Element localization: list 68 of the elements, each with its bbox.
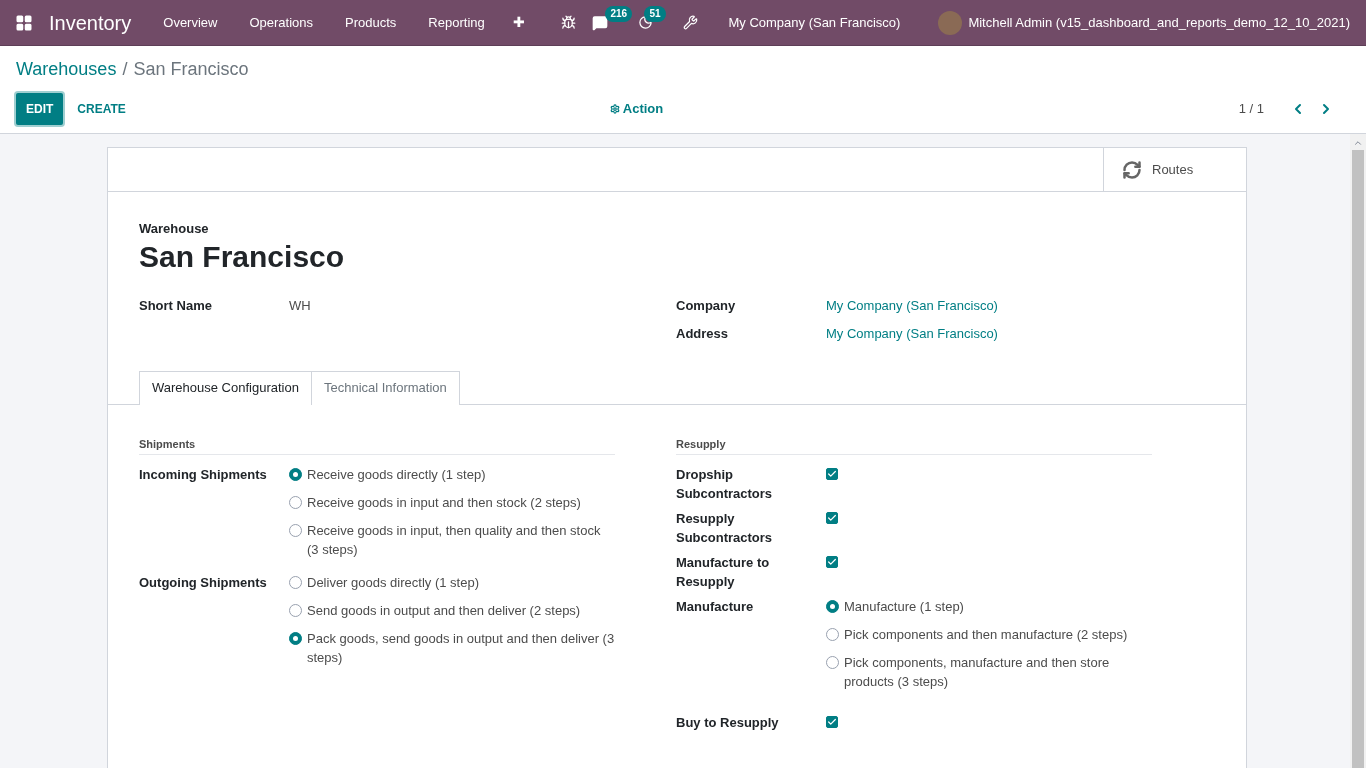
radio-button[interactable] (826, 600, 839, 613)
field-label: Resupply Subcontractors (676, 510, 774, 547)
menu-item[interactable]: Products (329, 0, 413, 45)
checkbox[interactable] (826, 512, 838, 524)
radio-button[interactable] (289, 496, 302, 509)
company-switcher[interactable]: My Company (San Francisco) (714, 12, 915, 33)
section-title: Resupply (676, 435, 1152, 455)
edit-button[interactable]: EDIT (16, 93, 64, 125)
activities-icon[interactable] (638, 15, 654, 30)
field-label: Dropship Subcontractors (676, 466, 774, 503)
radio-label: Manufacture (1 step) (844, 598, 964, 616)
radio-label: Receive goods in input and then stock (2 steps) (307, 494, 581, 512)
form-tab[interactable]: Technical Information (311, 370, 460, 405)
radio-button[interactable] (289, 632, 302, 645)
checkbox[interactable] (826, 556, 838, 568)
breadcrumb-link[interactable]: Warehouses (16, 56, 117, 83)
breadcrumb-separator: / (122, 58, 128, 81)
checkbox[interactable] (826, 716, 838, 728)
scrollbar[interactable] (1350, 134, 1366, 768)
debug-icon[interactable] (561, 15, 577, 30)
radio-label: Deliver goods directly (1 step) (307, 574, 479, 592)
messages-icon[interactable] (592, 14, 609, 31)
field-label: Short Name (139, 296, 213, 315)
field-link[interactable]: My Company (San Francisco) (826, 324, 998, 344)
field-value: WH (289, 296, 311, 315)
routes-button[interactable]: Routes (1103, 148, 1246, 191)
radio-label: Send goods in output and then deliver (2 steps) (307, 602, 581, 620)
field-link[interactable]: My Company (San Francisco) (826, 295, 998, 315)
menu-item[interactable]: Overview (147, 0, 234, 45)
app-name[interactable]: Inventory (49, 7, 132, 38)
record-title: San Francisco (139, 238, 346, 275)
radio-label: Pack goods, send goods in output and then deliver (3 steps) (307, 630, 615, 667)
radio-label: Receive goods in input, then quality and then stock (3 steps) (307, 522, 602, 559)
radio-button[interactable] (289, 604, 302, 617)
refresh-icon (1122, 159, 1142, 180)
pager-value: 1 / 1 (1238, 100, 1264, 119)
user-avatar (938, 10, 963, 35)
checkbox[interactable] (826, 468, 838, 480)
apps-menu-icon[interactable] (15, 13, 33, 32)
user-menu[interactable]: Mitchell Admin (v15_dashboard_and_reports_demo_12_10_2021) (968, 12, 1350, 33)
title-label: Warehouse (139, 220, 210, 238)
radio-label: Pick components, manufacture and then store products (3 steps) (844, 654, 1111, 691)
field-label: Manufacture to Resupply (676, 554, 771, 591)
radio-label: Pick components and then manufacture (2 steps) (844, 626, 1128, 644)
radio-button[interactable] (289, 576, 302, 589)
field-label: Company (676, 296, 737, 315)
section-title: Shipments (139, 435, 615, 455)
breadcrumb-current: San Francisco (133, 58, 249, 81)
menu-item[interactable]: Operations (233, 0, 330, 45)
menu-item[interactable]: Reporting (412, 0, 501, 45)
add-menu-button[interactable]: ✚ (500, 12, 537, 33)
field-label: Address (676, 325, 730, 343)
action-button[interactable]: Action (609, 99, 664, 119)
radio-button[interactable] (826, 656, 839, 669)
gear-icon (609, 104, 620, 114)
radio-button[interactable] (289, 524, 302, 537)
tools-icon[interactable] (683, 15, 699, 30)
count-badge: 216 (605, 5, 633, 22)
form-tab[interactable]: Warehouse Configuration (139, 370, 312, 405)
field-label: Buy to Resupply (676, 714, 780, 732)
field-label: Incoming Shipments (139, 466, 268, 484)
field-label: Manufacture (676, 598, 755, 616)
count-badge: 51 (644, 6, 666, 22)
radio-button[interactable] (826, 628, 839, 641)
create-button[interactable]: CREATE (63, 93, 140, 125)
radio-button[interactable] (289, 468, 302, 481)
field-label: Outgoing Shipments (139, 574, 268, 592)
radio-label: Receive goods directly (1 step) (307, 466, 486, 484)
